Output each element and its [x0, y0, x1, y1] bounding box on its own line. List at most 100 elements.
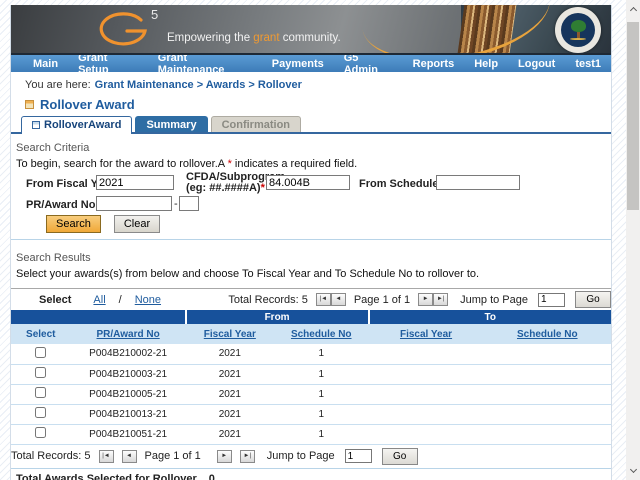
- table-group-header-row: From To: [11, 310, 611, 324]
- nav-item-help[interactable]: Help: [464, 58, 508, 70]
- row-to-schedule-no: [483, 384, 611, 405]
- table-column-header-row: Select PR/Award No Fiscal Year Schedule …: [11, 324, 611, 344]
- nav-item-logout[interactable]: Logout: [508, 58, 565, 70]
- col-header-pr-award-no-link[interactable]: PR/Award No: [97, 329, 160, 340]
- pr-award-dash: -: [174, 198, 178, 210]
- row-from-fiscal-year: 2021: [185, 344, 274, 365]
- total-records-value: 5: [301, 293, 308, 306]
- search-results-instruction: Select your awards(s) from below and cho…: [16, 268, 480, 280]
- table-row: P004B210002-21 2021 1: [11, 344, 611, 365]
- jump-to-page-input[interactable]: [344, 449, 372, 463]
- scroll-up-arrow[interactable]: [626, 2, 640, 16]
- nav-item-main[interactable]: Main: [23, 58, 68, 70]
- row-checkbox[interactable]: [35, 427, 47, 438]
- clear-button[interactable]: Clear: [113, 215, 161, 233]
- row-from-fiscal-year: 2021: [185, 404, 274, 425]
- criteria-separator: [11, 239, 611, 240]
- next-page-button[interactable]: ►: [216, 449, 232, 463]
- nav-item-payments[interactable]: Payments: [262, 58, 334, 70]
- from-schedule-no-input[interactable]: [436, 175, 520, 190]
- last-page-button[interactable]: ►|: [433, 293, 449, 306]
- chevron-down-icon: [629, 465, 637, 474]
- row-checkbox[interactable]: [35, 407, 47, 418]
- col-header-to-fiscal-year-link[interactable]: Fiscal Year: [400, 329, 452, 340]
- table-row: P004B210005-21 2021 1: [11, 384, 611, 405]
- total-records-text: Total Records:: [11, 450, 82, 462]
- pr-award-no-input[interactable]: [96, 196, 172, 211]
- row-pr-award-no: P004B210013-21: [70, 404, 186, 425]
- tab-rollover-award[interactable]: RolloverAward: [21, 116, 133, 134]
- row-pr-award-no: P004B210005-21: [70, 384, 186, 405]
- row-to-fiscal-year: [368, 364, 484, 385]
- row-from-schedule-no: 1: [273, 404, 369, 425]
- go-button[interactable]: Go: [381, 447, 418, 465]
- row-checkbox[interactable]: [35, 387, 47, 398]
- select-none-link[interactable]: None: [135, 294, 161, 306]
- breadcrumb-path[interactable]: Grant Maintenance > Awards > Rollover: [95, 79, 302, 91]
- row-select-cell: [11, 344, 71, 365]
- row-from-schedule-no: 1: [273, 384, 369, 405]
- seal-inner-circle: [561, 13, 595, 47]
- col-header-select: Select: [11, 324, 71, 344]
- prev-page-button[interactable]: ◄: [121, 449, 137, 463]
- tab-confirmation: Confirmation: [210, 116, 302, 132]
- row-to-fiscal-year: [368, 384, 484, 405]
- nav-item-g5-admin[interactable]: G5 Admin: [334, 52, 403, 76]
- cfda-subprogram-input[interactable]: [266, 175, 350, 190]
- row-to-schedule-no: [483, 404, 611, 425]
- from-fiscal-year-input[interactable]: [96, 175, 174, 190]
- row-to-schedule-no: [483, 344, 611, 365]
- col-header-to-schedule-no-link[interactable]: Schedule No: [517, 329, 578, 340]
- nav-item-username[interactable]: test1: [565, 58, 611, 70]
- prev-page-button[interactable]: ◄: [330, 293, 346, 306]
- tab-summary[interactable]: Summary: [135, 116, 208, 132]
- row-checkbox[interactable]: [35, 346, 47, 358]
- first-page-button[interactable]: |◄: [315, 293, 331, 306]
- total-records-text: Total Records:: [228, 293, 299, 306]
- scroll-down-arrow[interactable]: [626, 464, 640, 478]
- col-header-from-schedule-no-link[interactable]: Schedule No: [291, 329, 352, 340]
- col-header-from-fiscal-year-link[interactable]: Fiscal Year: [204, 329, 256, 340]
- total-records-label: Total Records: 5: [11, 450, 91, 462]
- total-awards-selected-label: Total Awards Selected for Rollover: [16, 472, 197, 480]
- search-button[interactable]: Search: [46, 215, 101, 233]
- jump-to-page-label: Jump to Page: [266, 450, 335, 462]
- col-header-from-schedule-no: Schedule No: [273, 324, 369, 344]
- scrollbar-thumb[interactable]: [627, 22, 639, 210]
- rollover-total-footer: Total Awards Selected for Rollover 0: [16, 473, 611, 480]
- row-checkbox[interactable]: [35, 367, 47, 378]
- first-page-button[interactable]: |◄: [98, 449, 114, 463]
- nav-item-reports[interactable]: Reports: [403, 58, 465, 70]
- group-header-blank: [11, 310, 186, 324]
- row-to-schedule-no: [483, 424, 611, 445]
- last-page-button[interactable]: ►|: [239, 449, 255, 463]
- go-button[interactable]: Go: [575, 291, 611, 308]
- main-nav: Main Grant Setup Grant Maintenance Payme…: [11, 52, 611, 76]
- select-all-link[interactable]: All: [93, 294, 105, 306]
- breadcrumb-prefix: You are here:: [25, 79, 91, 91]
- row-to-fiscal-year: [368, 424, 484, 445]
- pr-award-suffix-input[interactable]: [179, 196, 199, 211]
- table-row: P004B210003-21 2021 1: [11, 364, 611, 385]
- row-to-fiscal-year: [368, 404, 484, 425]
- cfda-label-line2: (eg: ##.####A): [186, 182, 261, 194]
- nav-item-grant-maintenance[interactable]: Grant Maintenance: [148, 52, 262, 76]
- header-banner: 5 Empowering the grant community.: [11, 5, 611, 55]
- row-from-fiscal-year: 2021: [185, 384, 274, 405]
- table-row: P004B210013-21 2021 1: [11, 404, 611, 425]
- jump-to-page-input[interactable]: [538, 292, 565, 307]
- vertical-scrollbar[interactable]: [626, 0, 640, 480]
- row-from-schedule-no: 1: [273, 364, 369, 385]
- next-page-button[interactable]: ►: [418, 293, 434, 306]
- nav-item-grant-setup[interactable]: Grant Setup: [68, 52, 148, 76]
- group-header-to: To: [367, 310, 611, 324]
- total-records-value: 5: [84, 450, 91, 462]
- page-title-row: Rollover Award: [25, 96, 611, 112]
- group-header-from: From: [184, 310, 369, 324]
- seal-tree-icon: [570, 20, 586, 32]
- criteria-buttons: Search Clear: [46, 215, 611, 233]
- total-awards-selected-value: 0: [208, 472, 215, 480]
- row-from-schedule-no: 1: [273, 424, 369, 445]
- instruction-pre: To begin, search for the award to rollov…: [16, 158, 228, 170]
- row-select-cell: [11, 424, 71, 445]
